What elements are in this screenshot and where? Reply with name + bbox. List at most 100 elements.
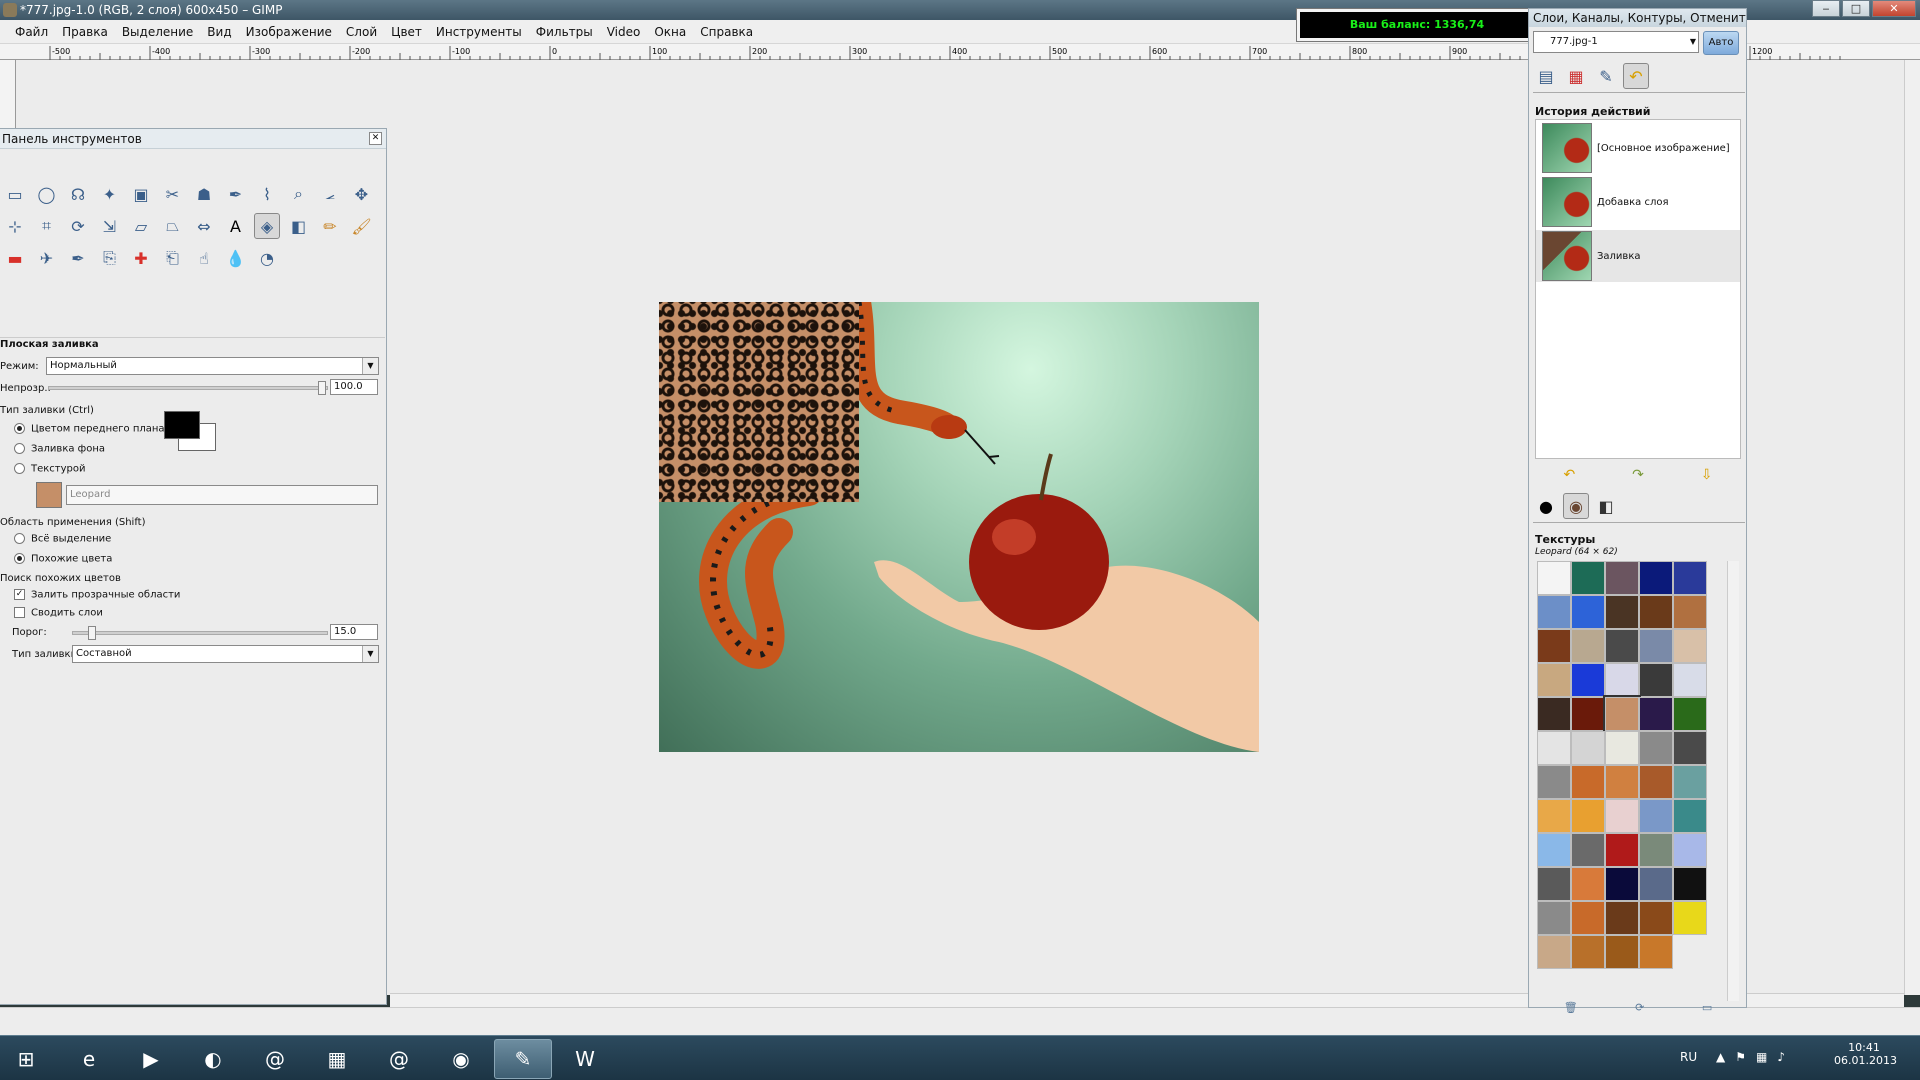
- menu-layer[interactable]: Слой: [339, 20, 384, 44]
- pattern-swatch[interactable]: [1639, 833, 1673, 867]
- rect-select-tool-icon[interactable]: ▭: [2, 181, 28, 207]
- pattern-swatch[interactable]: [1537, 867, 1571, 901]
- fill-fg-radio[interactable]: Цветом переднего плана: [14, 423, 165, 435]
- minimize-button[interactable]: ‒: [1812, 0, 1840, 17]
- shear-tool-icon[interactable]: ▱: [128, 213, 154, 239]
- bucket-fill-tool-icon[interactable]: ◈: [254, 213, 280, 239]
- eraser-tool-icon[interactable]: ▬: [2, 245, 28, 271]
- ellipse-select-tool-icon[interactable]: ◯: [34, 181, 60, 207]
- pattern-swatch[interactable]: [1639, 867, 1673, 901]
- tab-patterns[interactable]: ◉: [1563, 493, 1589, 519]
- history-item[interactable]: Добавка слоя: [1542, 176, 1742, 228]
- clear-history-icon[interactable]: ⇩: [1701, 467, 1713, 483]
- pattern-swatch[interactable]: [1605, 833, 1639, 867]
- fill-by-select[interactable]: Составной ▼: [72, 645, 379, 663]
- tab-brushes[interactable]: ●: [1533, 493, 1559, 519]
- pattern-swatch[interactable]: [1605, 799, 1639, 833]
- firefox-icon[interactable]: ◉: [432, 1039, 490, 1079]
- opacity-slider[interactable]: [48, 386, 328, 390]
- pattern-swatch[interactable]: [1639, 765, 1673, 799]
- align-tool-icon[interactable]: ⊹: [2, 213, 28, 239]
- pattern-scrollbar[interactable]: [1727, 561, 1739, 1001]
- refresh-icon[interactable]: ⟳: [1635, 1001, 1644, 1025]
- measure-tool-icon[interactable]: ⦟: [317, 181, 343, 207]
- pattern-swatch[interactable]: [1673, 561, 1707, 595]
- tab-layers[interactable]: ▤: [1533, 63, 1559, 89]
- fuzzy-select-tool-icon[interactable]: ✦: [97, 181, 123, 207]
- color-picker-tool-icon[interactable]: ⌇: [254, 181, 280, 207]
- pattern-swatch[interactable]: [1673, 663, 1707, 697]
- ie-icon[interactable]: e: [60, 1039, 118, 1079]
- pattern-swatch[interactable]: [1673, 731, 1707, 765]
- tab-gradients[interactable]: ◧: [1593, 493, 1619, 519]
- pattern-swatch[interactable]: [1571, 629, 1605, 663]
- delete-icon[interactable]: 🗑: [1564, 1001, 1578, 1025]
- word-icon[interactable]: W: [556, 1039, 614, 1079]
- fill-bg-radio[interactable]: Заливка фона: [14, 443, 105, 455]
- menu-filters[interactable]: Фильтры: [529, 20, 600, 44]
- history-item[interactable]: [Основное изображение]: [1542, 122, 1742, 174]
- blend-tool-icon[interactable]: ◧: [286, 213, 312, 239]
- pattern-swatch[interactable]: [1537, 629, 1571, 663]
- history-list[interactable]: [Основное изображение] Добавка слоя Зали…: [1535, 119, 1741, 459]
- opacity-slider-knob[interactable]: [318, 381, 326, 395]
- pattern-preview[interactable]: [36, 482, 62, 508]
- pattern-swatch[interactable]: [1571, 935, 1605, 969]
- pattern-swatch[interactable]: [1673, 901, 1707, 935]
- menu-view[interactable]: Вид: [200, 20, 238, 44]
- threshold-slider-knob[interactable]: [88, 626, 96, 640]
- pattern-swatch[interactable]: [1571, 731, 1605, 765]
- paintbrush-tool-icon[interactable]: 🖌: [349, 213, 375, 239]
- pattern-swatch[interactable]: [1639, 629, 1673, 663]
- tray-flag-icon[interactable]: ⚑: [1735, 1050, 1746, 1064]
- area-all-radio[interactable]: Всё выделение: [14, 533, 111, 545]
- pattern-swatch[interactable]: [1605, 867, 1639, 901]
- ink-tool-icon[interactable]: ✒: [65, 245, 91, 271]
- opacity-spin[interactable]: 100.0: [330, 379, 378, 395]
- pattern-swatch[interactable]: [1673, 867, 1707, 901]
- pattern-swatch[interactable]: [1537, 697, 1571, 731]
- menu-tools[interactable]: Инструменты: [429, 20, 529, 44]
- pattern-swatch[interactable]: [1537, 595, 1571, 629]
- pattern-swatch[interactable]: [1673, 765, 1707, 799]
- network-icon[interactable]: ▦: [1756, 1050, 1767, 1064]
- flip-tool-icon[interactable]: ⇔: [191, 213, 217, 239]
- text-tool-icon[interactable]: A: [223, 213, 249, 239]
- pattern-swatch[interactable]: [1571, 561, 1605, 595]
- pattern-swatch[interactable]: [1639, 731, 1673, 765]
- paths-tool-icon[interactable]: ✒: [223, 181, 249, 207]
- mode-select[interactable]: Нормальный ▼: [46, 357, 379, 375]
- crop-tool-icon[interactable]: ⌗: [34, 213, 60, 239]
- menu-help[interactable]: Справка: [693, 20, 760, 44]
- auto-button[interactable]: Авто: [1703, 31, 1739, 55]
- mail-agent-icon[interactable]: @: [370, 1039, 428, 1079]
- scissors-tool-icon[interactable]: ✂: [160, 181, 186, 207]
- pattern-swatch[interactable]: [1571, 901, 1605, 935]
- blur-tool-icon[interactable]: 💧: [223, 245, 249, 271]
- foreground-color-swatch-front[interactable]: [164, 411, 200, 439]
- move-tool-icon[interactable]: ✥: [349, 181, 375, 207]
- pattern-swatch[interactable]: [1571, 595, 1605, 629]
- smudge-tool-icon[interactable]: ☝: [191, 245, 217, 271]
- pattern-swatch[interactable]: [1639, 935, 1673, 969]
- image-canvas[interactable]: [659, 302, 1259, 752]
- menu-select[interactable]: Выделение: [115, 20, 200, 44]
- pattern-swatch[interactable]: [1537, 765, 1571, 799]
- pattern-swatch[interactable]: [1571, 697, 1605, 731]
- maximize-button[interactable]: □: [1842, 0, 1870, 17]
- pattern-name-field[interactable]: Leopard: [66, 485, 378, 505]
- clock[interactable]: 10:41 06.01.2013: [1834, 1041, 1897, 1067]
- menu-video[interactable]: Video: [600, 20, 648, 44]
- color-select-tool-icon[interactable]: ▣: [128, 181, 154, 207]
- pattern-swatch[interactable]: [1673, 697, 1707, 731]
- pattern-swatch[interactable]: [1673, 595, 1707, 629]
- dodge-burn-tool-icon[interactable]: ◔: [254, 245, 280, 271]
- pattern-swatch[interactable]: [1605, 901, 1639, 935]
- menu-windows[interactable]: Окна: [647, 20, 693, 44]
- pattern-swatch[interactable]: [1537, 561, 1571, 595]
- toolbox-close-button[interactable]: ✕: [369, 132, 382, 145]
- pattern-swatch[interactable]: [1571, 867, 1605, 901]
- explorer-icon[interactable]: ▦: [308, 1039, 366, 1079]
- folder-icon[interactable]: ▭: [1702, 1001, 1712, 1025]
- menu-colors[interactable]: Цвет: [384, 20, 429, 44]
